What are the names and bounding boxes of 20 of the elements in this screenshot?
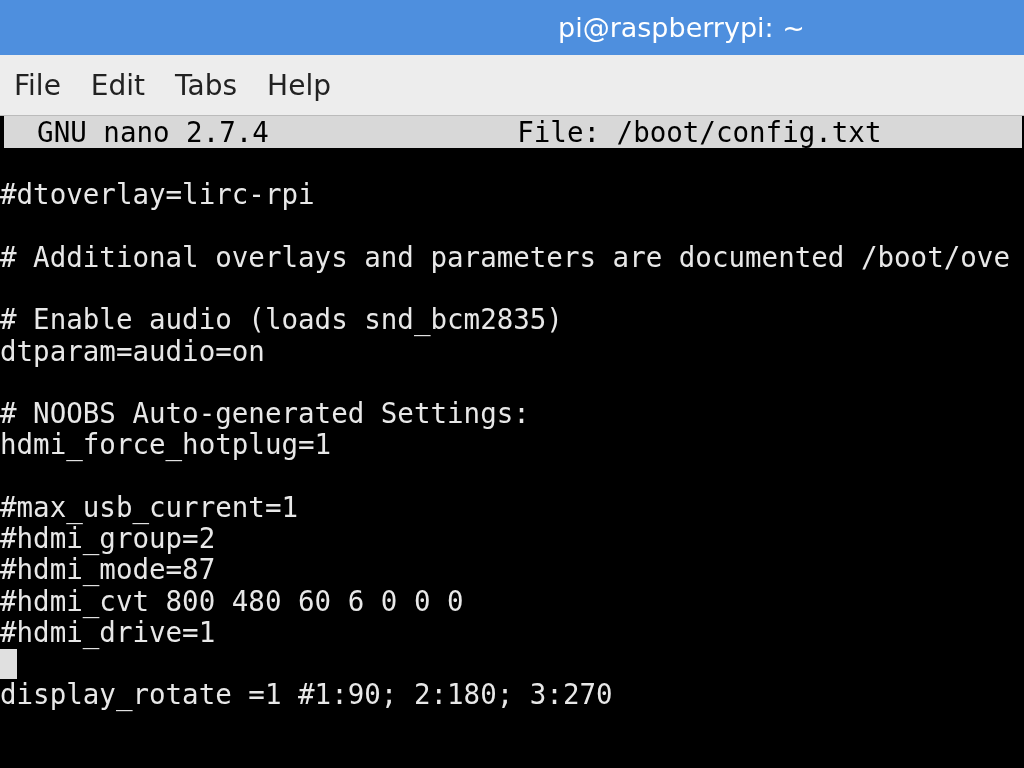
menu-item[interactable]: File bbox=[14, 68, 61, 102]
code-line: #hdmi_group=2 bbox=[0, 523, 216, 555]
window-title: pi@raspberrypi: ~ bbox=[558, 12, 805, 43]
menu-item[interactable]: Tabs bbox=[175, 68, 238, 102]
code-line: # Additional overlays and parameters are documented /boot/ove bbox=[0, 241, 1010, 273]
code-line: # NOOBS Auto-generated Settings: bbox=[0, 398, 530, 430]
code-line: #max_usb_current=1 bbox=[0, 491, 298, 523]
code-line: # Enable audio (loads snd_bcm2835) bbox=[0, 304, 563, 336]
text-cursor bbox=[0, 648, 17, 679]
code-line: #hdmi_drive=1 bbox=[0, 616, 216, 648]
code-line: #hdmi_mode=87 bbox=[0, 554, 216, 586]
editor-version: GNU nano 2.7.4 bbox=[36, 116, 270, 148]
menu-item[interactable]: Help bbox=[267, 68, 331, 102]
file-name: File: /boot/config.txt bbox=[517, 116, 882, 148]
code-line: #hdmi_cvt 800 480 60 6 0 0 0 bbox=[0, 585, 464, 617]
code-line: #dtoverlay=lirc-rpi bbox=[0, 179, 315, 211]
code-line: hdmi_force_hotplug=1 bbox=[0, 429, 332, 461]
code-line: dtparam=audio=on bbox=[0, 335, 265, 367]
code-line: display_rotate =1 #1:90; 2:180; 3:270 bbox=[0, 679, 613, 711]
menu-item[interactable]: Edit bbox=[90, 68, 146, 102]
